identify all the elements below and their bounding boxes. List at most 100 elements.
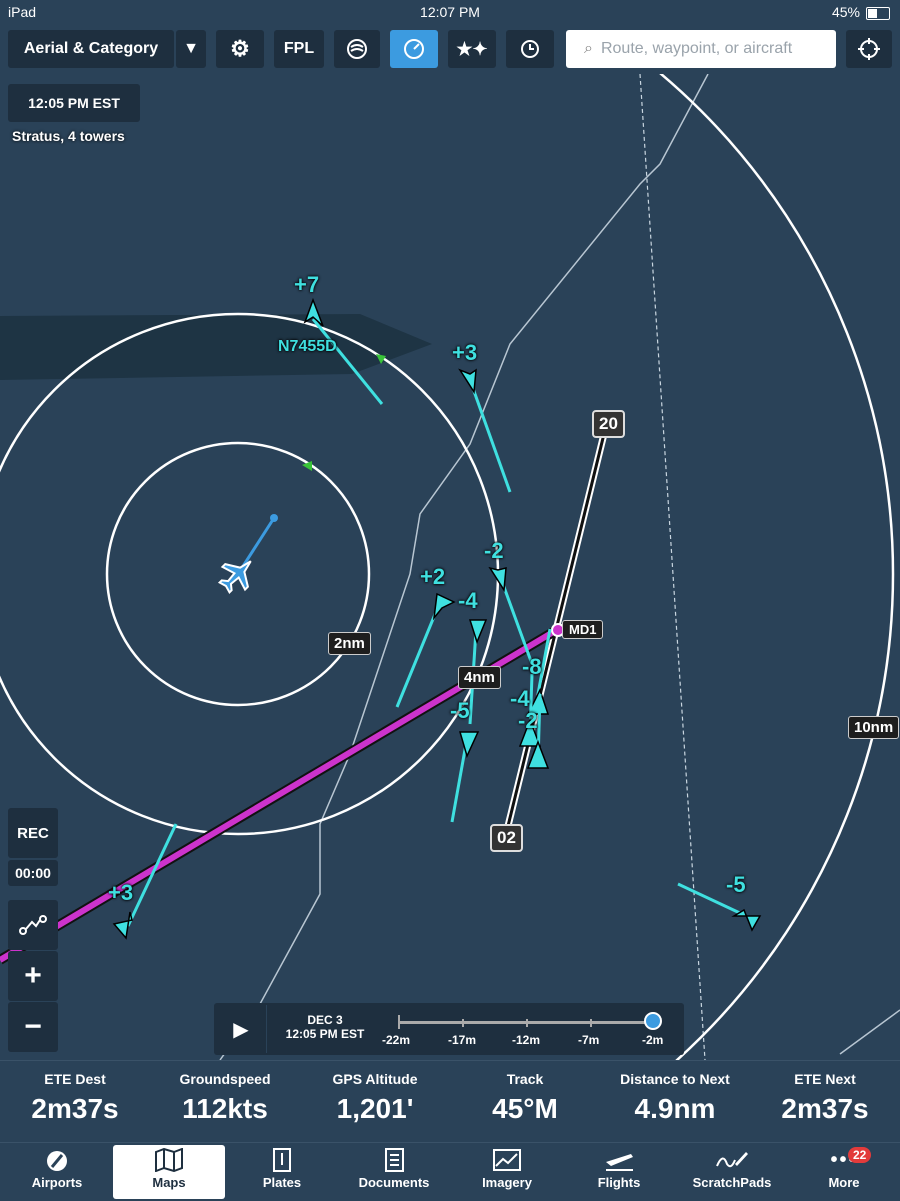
plates-icon bbox=[273, 1148, 291, 1172]
traffic-altitude-label: -2 bbox=[484, 538, 504, 563]
traffic-altitude-label: -5 bbox=[450, 698, 470, 723]
timeline-tick bbox=[526, 1019, 528, 1027]
zoom-in-button[interactable]: + bbox=[8, 951, 58, 1001]
range-ring-label-middle: 4nm bbox=[458, 666, 501, 689]
info-value: 112kts bbox=[182, 1093, 268, 1124]
tab-bar: Airports Maps Plates Documents Imagery F… bbox=[0, 1142, 900, 1201]
tab-label: Maps bbox=[152, 1175, 186, 1190]
info-value: 1,201' bbox=[336, 1093, 414, 1124]
info-groundspeed[interactable]: Groundspeed 112kts bbox=[150, 1071, 300, 1125]
recents-button[interactable] bbox=[506, 30, 554, 68]
imagery-icon bbox=[493, 1149, 521, 1171]
tab-label: Flights bbox=[597, 1175, 641, 1190]
tab-plates[interactable]: Plates bbox=[226, 1145, 338, 1199]
traffic-altitude-label: +3 bbox=[452, 340, 478, 365]
documents-icon bbox=[385, 1148, 404, 1172]
info-ete-next[interactable]: ETE Next 2m37s bbox=[750, 1071, 900, 1125]
tab-label: Plates bbox=[262, 1175, 302, 1190]
road-line-2 bbox=[839, 1009, 900, 1055]
traffic-altitude-label: -4 bbox=[458, 588, 478, 613]
battery-icon bbox=[866, 7, 890, 20]
layers-button[interactable] bbox=[334, 30, 380, 68]
route-icon bbox=[19, 915, 47, 935]
tab-airports[interactable]: Airports bbox=[1, 1145, 113, 1199]
info-value: 2m37s bbox=[781, 1093, 869, 1124]
layer-selector-button[interactable]: Aerial & Category bbox=[8, 30, 174, 68]
timeline-time: 12:05 PM EST bbox=[285, 1027, 365, 1041]
timeline-tick-label: -12m bbox=[512, 1033, 541, 1047]
range-ring-label-outer: 10nm bbox=[848, 716, 900, 739]
runway-end-label: 20 bbox=[592, 410, 625, 438]
plus-icon: + bbox=[24, 959, 42, 992]
traffic-altitude-label: -8 bbox=[522, 654, 542, 679]
scratchpads-icon bbox=[716, 1152, 748, 1168]
traffic-altitude-label: +3 bbox=[108, 880, 134, 905]
tab-documents[interactable]: Documents bbox=[338, 1145, 450, 1199]
tab-imagery[interactable]: Imagery bbox=[451, 1145, 563, 1199]
chevron-down-icon: ▼ bbox=[183, 40, 199, 57]
layer-dropdown-button[interactable]: ▼ bbox=[176, 30, 206, 68]
tab-label: Documents bbox=[358, 1175, 430, 1190]
info-ete-dest[interactable]: ETE Dest 2m37s bbox=[0, 1071, 150, 1125]
traffic-vector bbox=[450, 743, 468, 823]
ownship-vector-end bbox=[270, 514, 278, 522]
boundary-dashed-line bbox=[639, 74, 706, 1060]
info-track[interactable]: Track 45°M bbox=[450, 1071, 600, 1125]
record-time: 00:00 bbox=[15, 865, 51, 881]
tab-label: More bbox=[828, 1175, 860, 1190]
traffic-arrow bbox=[459, 731, 480, 759]
settings-button[interactable]: ⚙ bbox=[216, 30, 264, 68]
instrument-panel[interactable]: ETE Dest 2m37s Groundspeed 112kts GPS Al… bbox=[0, 1060, 900, 1143]
info-title: Distance to Next bbox=[620, 1071, 730, 1087]
toolbar: Aerial & Category ▼ ⚙ FPL ★✦ ⌕ Route, wa… bbox=[0, 26, 900, 74]
layers-icon bbox=[347, 39, 367, 59]
record-button[interactable]: REC bbox=[8, 808, 58, 858]
fpl-label: FPL bbox=[283, 40, 315, 57]
center-location-button[interactable] bbox=[846, 30, 892, 68]
gear-icon: ⚙ bbox=[230, 36, 250, 61]
waypoint-label: MD1 bbox=[562, 620, 604, 639]
tab-more[interactable]: ••• 22 More bbox=[788, 1145, 900, 1199]
info-title: GPS Altitude bbox=[332, 1071, 418, 1087]
info-value: 45°M bbox=[492, 1093, 558, 1124]
timeline-slider-handle[interactable] bbox=[644, 1012, 662, 1030]
info-title: ETE Dest bbox=[44, 1071, 106, 1087]
clock-icon bbox=[521, 40, 539, 58]
record-label: REC bbox=[17, 824, 49, 842]
favorites-button[interactable]: ★✦ bbox=[448, 30, 496, 68]
layer-label: Aerial & Category bbox=[23, 40, 159, 57]
maps-icon bbox=[155, 1148, 183, 1172]
play-icon: ▶ bbox=[233, 1018, 249, 1041]
tab-label: ScratchPads bbox=[692, 1175, 772, 1190]
traffic-altitude-label: -5 bbox=[726, 872, 746, 897]
map-canvas[interactable] bbox=[0, 74, 900, 1060]
tab-maps[interactable]: Maps bbox=[113, 1145, 225, 1199]
traffic-source-label: Stratus, 4 towers bbox=[12, 128, 125, 144]
zoom-out-button[interactable]: − bbox=[8, 1002, 58, 1052]
flights-icon bbox=[606, 1154, 633, 1171]
tab-flights[interactable]: Flights bbox=[563, 1145, 675, 1199]
record-timer: 00:00 bbox=[8, 860, 58, 886]
play-button[interactable]: ▶ bbox=[216, 1005, 267, 1053]
tab-scratchpads[interactable]: ScratchPads bbox=[676, 1145, 788, 1199]
fpl-button[interactable]: FPL bbox=[274, 30, 324, 68]
info-gps-altitude[interactable]: GPS Altitude 1,201' bbox=[300, 1071, 450, 1125]
road-line bbox=[219, 74, 709, 1060]
instruments-button[interactable] bbox=[390, 30, 438, 68]
info-distance-next[interactable]: Distance to Next 4.9nm bbox=[600, 1071, 750, 1125]
search-icon: ⌕ bbox=[584, 40, 593, 57]
traffic-tail-number: N7455D bbox=[278, 338, 337, 355]
notification-badge: 22 bbox=[848, 1147, 872, 1163]
route-edit-button[interactable] bbox=[8, 900, 58, 950]
timeline-tick-label: -7m bbox=[578, 1033, 600, 1047]
info-value: 4.9nm bbox=[634, 1093, 716, 1124]
traffic-altitude-label: +2 bbox=[420, 564, 446, 589]
traffic-arrow bbox=[468, 619, 488, 645]
tab-label: Imagery bbox=[482, 1175, 532, 1190]
info-value: 2m37s bbox=[31, 1093, 119, 1124]
traffic-timeline: ▶ DEC 3 12:05 PM EST -22m -17m -12m -7m … bbox=[214, 1003, 684, 1055]
runway-end-label: 02 bbox=[490, 824, 523, 852]
map-view[interactable]: +7 N7455D +3 -2 +2 -4 -8 -4 -5 -2 +3 -5 … bbox=[0, 74, 900, 1060]
search-input[interactable]: ⌕ Route, waypoint, or aircraft bbox=[566, 30, 836, 68]
ownship-airplane-icon bbox=[217, 560, 252, 595]
